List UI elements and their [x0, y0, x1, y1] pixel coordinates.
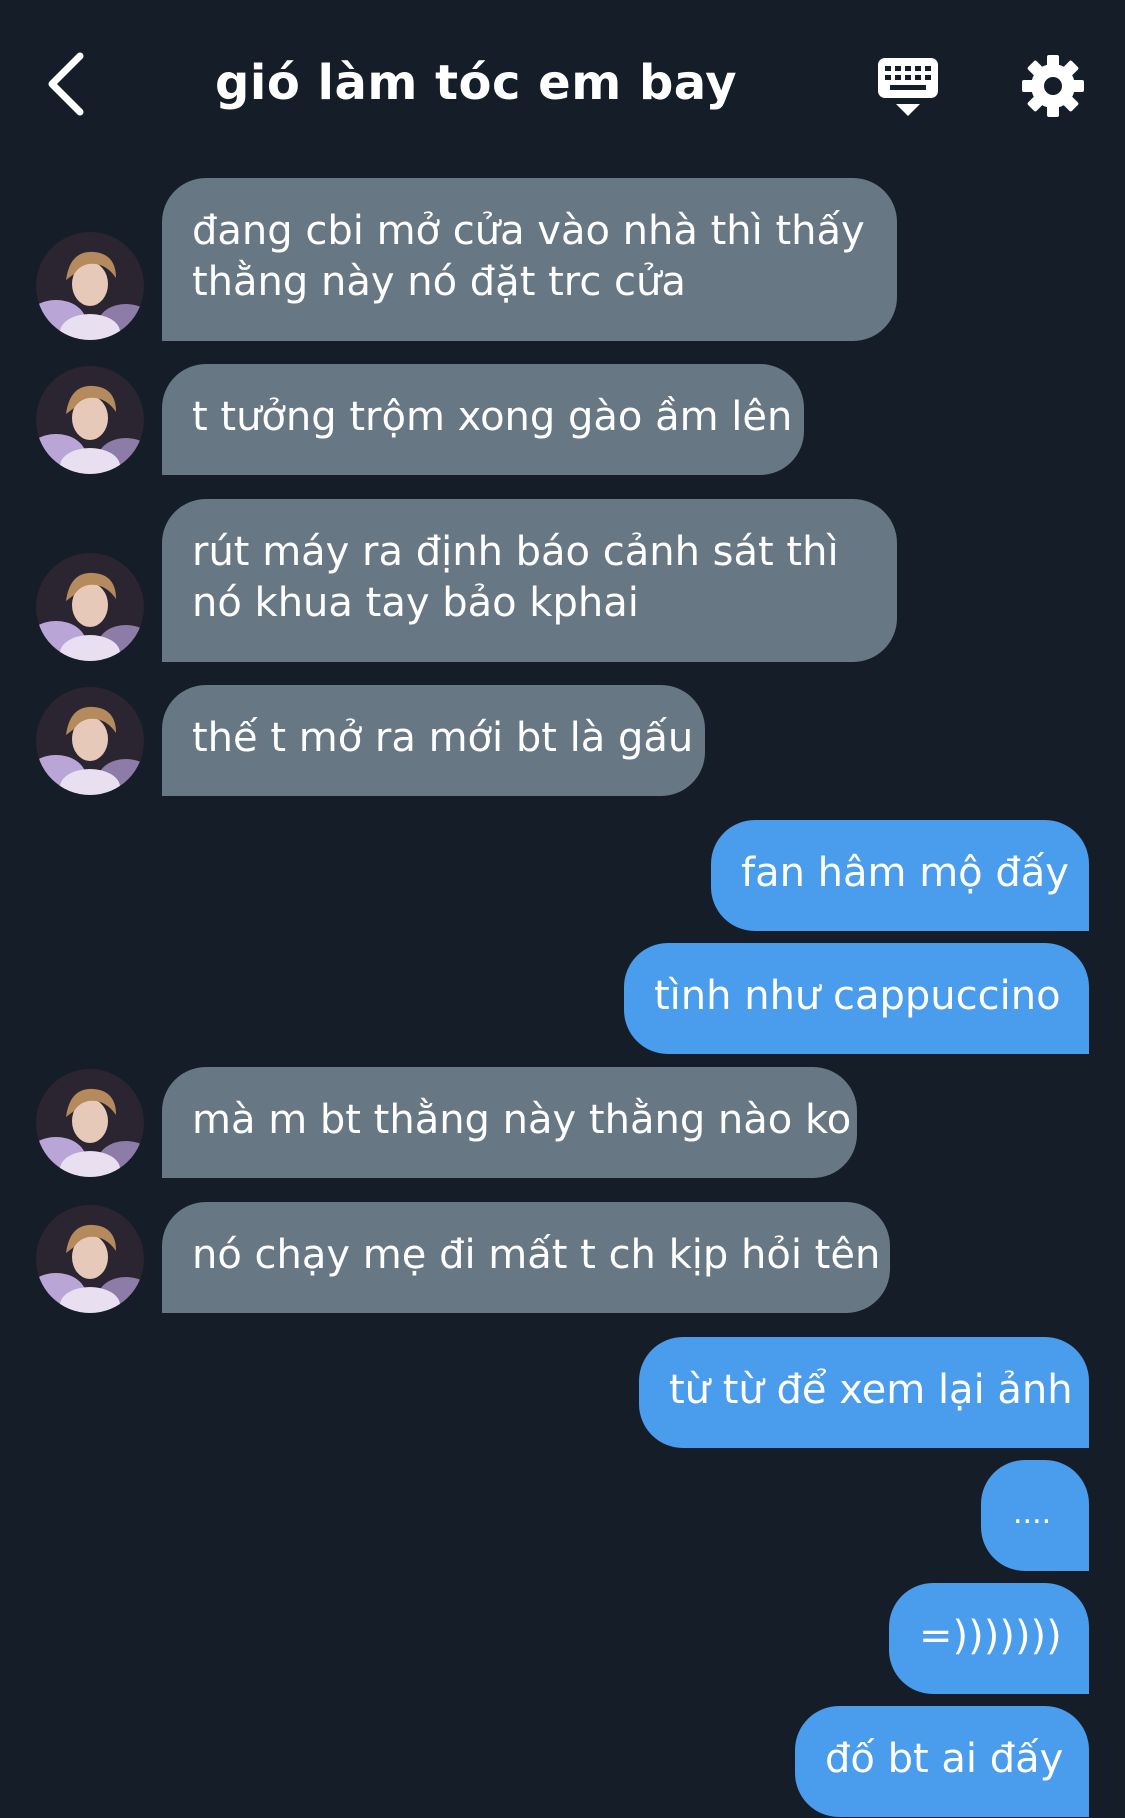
avatar-image — [36, 1069, 144, 1177]
avatar[interactable] — [36, 366, 144, 474]
chevron-left-icon — [48, 52, 84, 116]
message-bubble[interactable]: .... — [981, 1460, 1089, 1571]
message-text: mà m bt thằng này thằng nào ko — [192, 1097, 852, 1143]
avatar-image — [36, 553, 144, 661]
message-bubble[interactable]: mà m bt thằng này thằng nào ko — [162, 1067, 857, 1178]
message-text: đố bt ai đấy — [825, 1736, 1064, 1782]
message-text: =))))))) — [919, 1613, 1062, 1659]
message-bubble[interactable]: t tưởng trộm xong gào ầm lên — [162, 364, 804, 475]
avatar[interactable] — [36, 1205, 144, 1313]
message-text: nó khua tay bảo kphai — [192, 580, 639, 626]
chat-screen: gió làm tóc em bay đang cbi mở cửa vào n… — [0, 0, 1125, 1818]
chat-header: gió làm tóc em bay — [0, 0, 1125, 170]
message-text: nó chạy mẹ đi mất t ch kịp hỏi tên — [192, 1232, 881, 1278]
avatar[interactable] — [36, 553, 144, 661]
avatar-image — [36, 687, 144, 795]
avatar-image — [36, 366, 144, 474]
gear-icon — [1022, 55, 1084, 117]
message-text: đang cbi mở cửa vào nhà thì thấy — [192, 208, 865, 254]
avatar-image — [36, 232, 144, 340]
message-text: thằng này nó đặt trc cửa — [192, 259, 686, 305]
avatar[interactable] — [36, 687, 144, 795]
message-bubble[interactable]: đang cbi mở cửa vào nhà thì thấy thằng n… — [162, 178, 897, 341]
message-bubble[interactable]: tình như cappuccino — [624, 943, 1089, 1054]
message-text: tình như cappuccino — [654, 973, 1061, 1019]
back-button[interactable] — [40, 48, 100, 120]
chat-title: gió làm tóc em bay — [215, 55, 737, 111]
message-text: rút máy ra định báo cảnh sát thì — [192, 529, 839, 575]
message-bubble[interactable]: thế t mở ra mới bt là gấu — [162, 685, 705, 796]
message-text: fan hâm mộ đấy — [741, 850, 1069, 896]
message-bubble[interactable]: rút máy ra định báo cảnh sát thì nó khua… — [162, 499, 897, 662]
settings-button[interactable] — [1022, 55, 1084, 117]
keyboard-button[interactable] — [876, 56, 940, 118]
message-bubble[interactable]: nó chạy mẹ đi mất t ch kịp hỏi tên — [162, 1202, 890, 1313]
message-bubble[interactable]: từ từ để xem lại ảnh — [639, 1337, 1089, 1448]
message-text: thế t mở ra mới bt là gấu — [192, 715, 694, 761]
message-bubble[interactable]: fan hâm mộ đấy — [711, 820, 1089, 931]
avatar[interactable] — [36, 1069, 144, 1177]
avatar[interactable] — [36, 232, 144, 340]
avatar-image — [36, 1205, 144, 1313]
keyboard-icon — [878, 58, 938, 116]
message-text: .... — [1013, 1496, 1052, 1531]
message-text: t tưởng trộm xong gào ầm lên — [192, 394, 793, 440]
message-bubble[interactable]: đố bt ai đấy — [795, 1706, 1089, 1817]
message-text: từ từ để xem lại ảnh — [669, 1367, 1073, 1413]
message-bubble[interactable]: =))))))) — [889, 1583, 1089, 1694]
